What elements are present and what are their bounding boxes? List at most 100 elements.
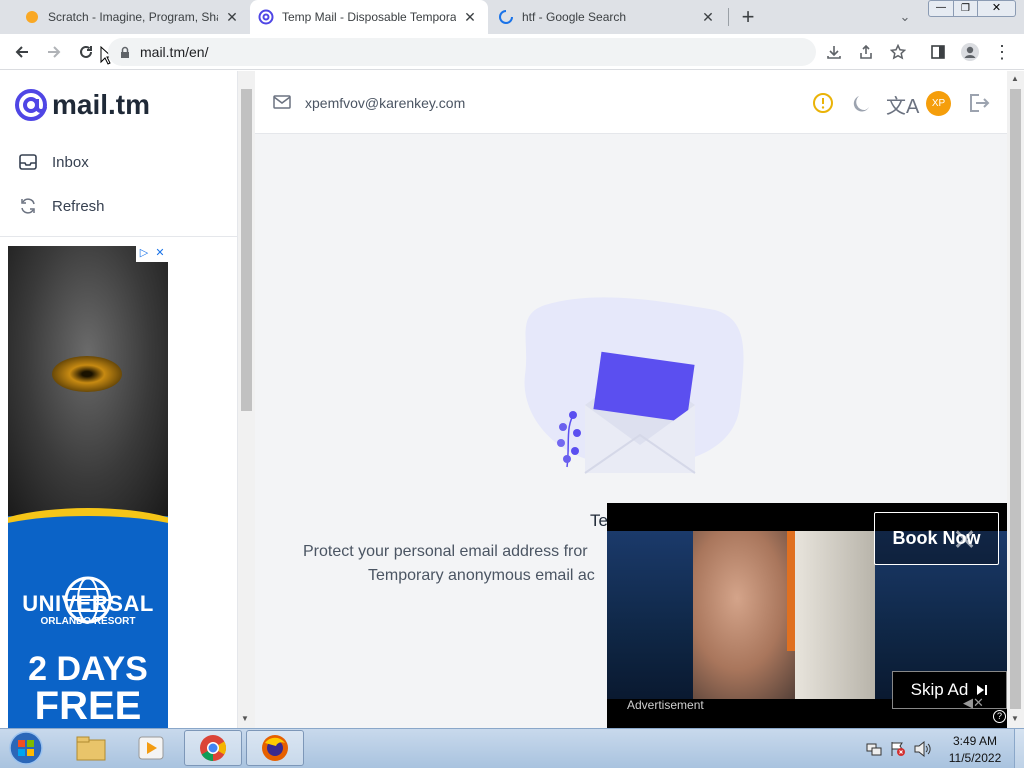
- tab-google-search[interactable]: htf - Google Search ✕: [496, 0, 724, 34]
- network-icon[interactable]: [866, 741, 882, 757]
- taskbar-media-player[interactable]: [122, 730, 180, 766]
- ad-choices[interactable]: ▷ ✕: [136, 246, 168, 262]
- logout-icon[interactable]: [967, 92, 991, 114]
- media-player-icon: [138, 736, 164, 760]
- volume-icon[interactable]: [914, 741, 932, 757]
- reptile-eye: [52, 356, 122, 392]
- ad-brand: UNIVERSAL: [22, 591, 154, 616]
- email-address[interactable]: xpemfvov@karenkey.com: [305, 95, 465, 111]
- ad-close-icon[interactable]: ✕: [152, 246, 168, 262]
- yellow-arc: [8, 508, 168, 568]
- reptile-image: [8, 246, 168, 516]
- profile-button[interactable]: [956, 38, 984, 66]
- install-app-button[interactable]: [820, 38, 848, 66]
- skip-ad-button[interactable]: Skip Ad: [892, 671, 1007, 709]
- advertisement-label: Advertisement: [627, 698, 704, 712]
- bookmark-button[interactable]: [884, 38, 912, 66]
- side-panel-button[interactable]: [924, 38, 952, 66]
- mute-icon[interactable]: ◀✕: [963, 695, 984, 711]
- share-button[interactable]: [852, 38, 880, 66]
- chrome-menu-button[interactable]: ⋮: [988, 38, 1016, 66]
- sidebar-scrollbar[interactable]: [238, 71, 255, 728]
- taskbar-explorer[interactable]: [62, 730, 120, 766]
- help-icon[interactable]: ?: [993, 710, 1006, 723]
- clock-time: 3:49 AM: [952, 734, 998, 748]
- video-figure-2: [795, 531, 875, 699]
- windows-logo-icon: [9, 731, 43, 765]
- lock-icon: [121, 46, 129, 58]
- ad-sub: ORLANDO RESORT: [40, 616, 136, 627]
- empty-inbox-illustration: [524, 297, 744, 474]
- avatar-icon: [961, 43, 979, 61]
- close-window-button[interactable]: ✕: [978, 0, 1016, 17]
- star-icon: [890, 44, 906, 60]
- tab-title: htf - Google Search: [522, 10, 627, 24]
- skip-ad-label: Skip Ad: [910, 680, 969, 699]
- warning-icon[interactable]: [812, 92, 834, 114]
- chrome-icon: [200, 735, 227, 762]
- tab-temp-mail[interactable]: Temp Mail - Disposable Tempora ✕: [250, 0, 488, 34]
- sidebar-item-refresh[interactable]: Refresh: [18, 196, 105, 216]
- arrow-left-icon: [15, 46, 28, 58]
- action-center-flag-icon[interactable]: [890, 741, 906, 757]
- tab-divider: [728, 8, 729, 26]
- taskbar-firefox[interactable]: [246, 730, 304, 766]
- reload-button[interactable]: [72, 38, 100, 66]
- envelope-icon: [273, 95, 291, 109]
- start-button[interactable]: [6, 730, 46, 766]
- scroll-down-arrow-icon[interactable]: ▼: [1011, 714, 1019, 723]
- xp-badge[interactable]: XP: [926, 91, 951, 116]
- refresh-icon: [21, 198, 35, 214]
- back-button[interactable]: [8, 38, 36, 66]
- taskbar-chrome[interactable]: [184, 730, 242, 766]
- url-text: mail.tm/en/: [140, 44, 209, 60]
- tab-title: Scratch - Imagine, Program, Shar: [48, 10, 218, 24]
- forward-button[interactable]: [40, 38, 68, 66]
- ad-headline-2: FREE: [34, 684, 142, 728]
- ad-choices-icon[interactable]: ▷: [136, 246, 152, 262]
- book-now-button[interactable]: Book Now: [874, 512, 999, 565]
- side-panel-icon: [931, 45, 945, 59]
- download-icon: [827, 46, 841, 59]
- tab-search-chevron-icon[interactable]: ⌄: [891, 3, 919, 31]
- minimize-button[interactable]: —: [928, 0, 954, 17]
- video-ad-player[interactable]: Book Now ✕ Skip Ad Advertisement ◀✕ ?: [607, 503, 1007, 728]
- show-desktop-button[interactable]: [1014, 729, 1024, 768]
- address-bar[interactable]: mail.tm/en/: [108, 38, 816, 66]
- at-sign-favicon-icon: [258, 9, 274, 25]
- arrow-right-icon: [48, 46, 61, 58]
- empty-inbox-heading: Te: [590, 511, 608, 530]
- sidebar-item-inbox[interactable]: Inbox: [18, 152, 89, 172]
- moon-icon[interactable]: [850, 92, 872, 114]
- page-scrollbar[interactable]: [1007, 71, 1024, 728]
- loading-spinner-icon: [499, 10, 513, 24]
- empty-inbox-line-2: Temporary anonymous email ac: [368, 567, 595, 584]
- scroll-down-arrow-icon[interactable]: ▼: [241, 714, 249, 723]
- share-icon: [860, 44, 872, 59]
- scroll-up-arrow-icon[interactable]: ▲: [1011, 74, 1019, 83]
- reload-icon: [80, 45, 92, 58]
- clock-date: 11/5/2022: [948, 751, 1002, 765]
- system-clock[interactable]: 3:49 AM 11/5/2022: [940, 733, 1010, 767]
- translate-icon[interactable]: 文A: [886, 90, 919, 119]
- sidebar-item-label: Inbox: [52, 153, 89, 171]
- tab-scratch[interactable]: Scratch - Imagine, Program, Shar ✕: [20, 0, 248, 34]
- sidebar-item-label: Refresh: [52, 197, 105, 215]
- close-tab-icon[interactable]: ✕: [224, 9, 240, 25]
- close-ad-icon[interactable]: ✕: [952, 523, 977, 558]
- universal-ad-banner[interactable]: UNIVERSAL ORLANDO RESORT 2 DAYS FREE ▷ ✕: [8, 246, 168, 728]
- restore-button[interactable]: ❐: [954, 0, 978, 17]
- mail-tm-logo[interactable]: mail.tm: [14, 88, 150, 122]
- new-tab-button[interactable]: +: [734, 3, 762, 31]
- inbox-icon: [19, 154, 37, 170]
- window-controls: — ❐ ✕: [928, 0, 1018, 18]
- folder-icon: [76, 736, 106, 761]
- scratch-favicon-icon: [26, 11, 38, 23]
- close-tab-icon[interactable]: ✕: [462, 9, 478, 25]
- close-tab-icon[interactable]: ✕: [700, 9, 716, 25]
- sidebar-divider: [0, 236, 238, 237]
- tab-title: Temp Mail - Disposable Tempora: [282, 10, 456, 24]
- firefox-icon: [262, 735, 288, 761]
- empty-inbox-line-1: Protect your personal email address fror: [303, 543, 588, 560]
- at-sign-logo-icon: [15, 89, 47, 121]
